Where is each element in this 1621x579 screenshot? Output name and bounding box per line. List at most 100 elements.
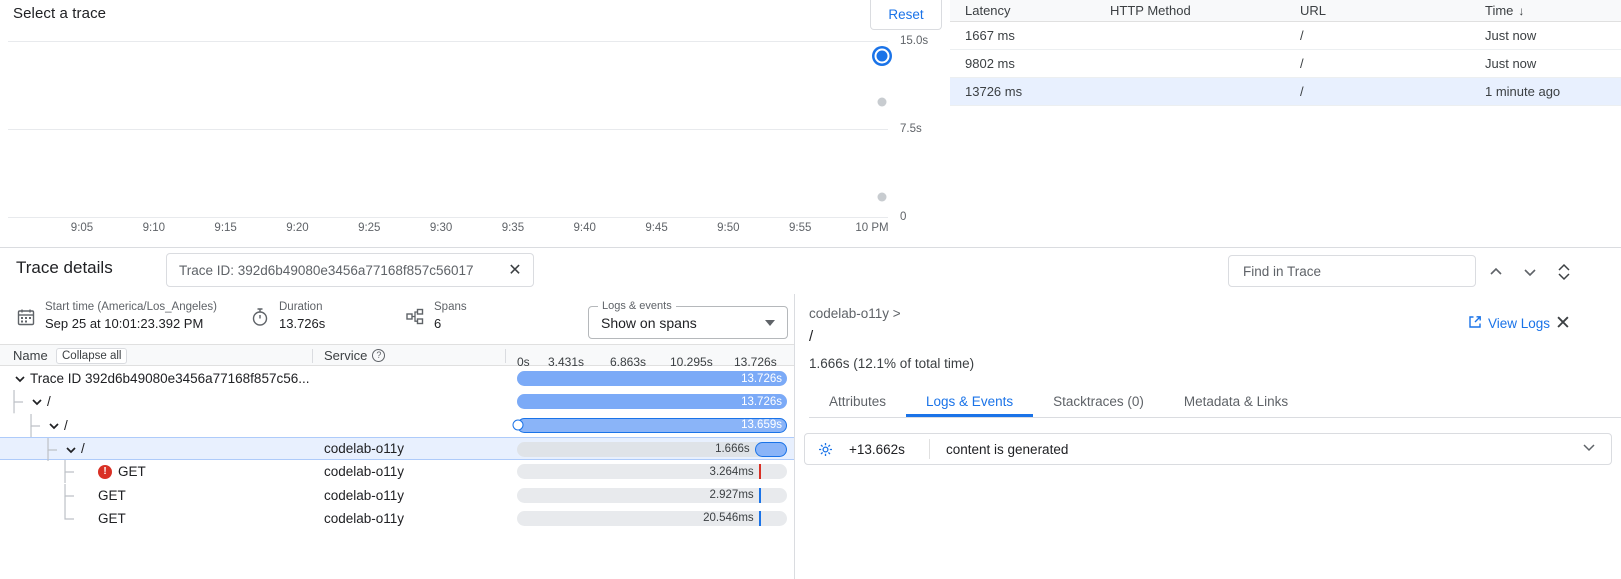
calendar-icon — [16, 307, 36, 327]
span-tick-bar[interactable] — [759, 511, 762, 526]
find-previous-icon[interactable] — [1486, 262, 1506, 282]
spans-label: Spans — [434, 300, 467, 315]
latency-scatter-chart: Select a trace Reset 15.0s7.5s0 9:059:10… — [0, 0, 950, 247]
span-bar[interactable] — [755, 442, 787, 457]
span-track: 13.726s — [517, 371, 787, 386]
span-tick-bar[interactable] — [759, 464, 762, 479]
find-in-trace-input[interactable] — [1241, 263, 1451, 280]
span-duration-label: 13.659s — [741, 419, 782, 431]
span-tick-bar[interactable] — [759, 488, 762, 503]
header-divider-1 — [312, 349, 313, 363]
chart-point[interactable] — [878, 97, 887, 106]
table-row[interactable]: 9802 ms/Just now — [950, 50, 1621, 78]
span-track: 20.546ms — [517, 511, 787, 526]
span-row[interactable]: GETcodelab-o11y2.927ms — [0, 484, 795, 507]
chevron-down-icon[interactable] — [63, 442, 79, 458]
top-section: Select a trace Reset 15.0s7.5s0 9:059:10… — [0, 0, 1621, 247]
span-row[interactable]: GETcodelab-o11y20.546ms — [0, 507, 795, 530]
error-icon: ! — [98, 465, 112, 479]
span-row[interactable]: / 13.659s — [0, 414, 795, 437]
table-header-row: Latency HTTP Method URL Time ↓ — [950, 0, 1621, 22]
chart-x-tick-label: 9:40 — [574, 222, 596, 234]
chevron-down-icon[interactable] — [29, 394, 45, 410]
span-service: codelab-o11y — [324, 488, 404, 503]
span-start-handle[interactable] — [513, 420, 524, 431]
cell-url: / — [1300, 84, 1485, 99]
table-row[interactable]: 1667 ms/Just now — [950, 22, 1621, 50]
chart-plot-area[interactable]: 15.0s7.5s0 — [8, 41, 888, 217]
chevron-down-icon[interactable] — [12, 371, 28, 387]
chart-point[interactable] — [878, 193, 887, 202]
span-name: / — [64, 418, 68, 433]
logs-events-select[interactable]: Logs & events Show on spans — [588, 306, 788, 339]
find-in-trace-box[interactable] — [1228, 255, 1476, 287]
column-header-time-label: Time — [1485, 3, 1513, 18]
tab-stacktraces-0[interactable]: Stacktraces (0) — [1033, 386, 1164, 417]
duration-value: 13.726s — [279, 315, 325, 332]
chart-x-tick-label: 9:05 — [71, 222, 93, 234]
view-logs-button[interactable]: View Logs — [1468, 315, 1550, 332]
span-detail-pane: codelab-o11y > / 1.666s (12.1% of total … — [795, 294, 1621, 579]
close-icon[interactable]: ✕ — [505, 260, 525, 280]
reset-button[interactable]: Reset — [870, 0, 942, 30]
cell-latency: 13726 ms — [950, 84, 1110, 99]
page-title: Select a trace — [13, 5, 106, 22]
column-header-time[interactable]: Time ↓ — [1485, 3, 1621, 18]
span-column-service: Service ? — [324, 348, 385, 363]
chart-x-tick-label: 9:30 — [430, 222, 452, 234]
span-row[interactable]: Trace ID 392d6b49080e3456a77168f857c56..… — [0, 367, 795, 390]
span-track: 13.659s — [517, 418, 787, 433]
column-header-latency[interactable]: Latency — [950, 3, 1110, 18]
event-divider — [929, 439, 930, 459]
chevron-down-icon[interactable] — [765, 320, 775, 326]
span-track: 3.264ms — [517, 464, 787, 479]
chevron-down-icon[interactable] — [1581, 439, 1597, 460]
trace-explorer-app: Select a trace Reset 15.0s7.5s0 9:059:10… — [0, 0, 1621, 579]
sort-descending-icon: ↓ — [1518, 4, 1524, 18]
external-link-icon — [1468, 315, 1482, 332]
tree-connector — [0, 438, 320, 461]
tree-connector — [0, 484, 320, 507]
span-row[interactable]: !GETcodelab-o11y3.264ms — [0, 460, 795, 483]
cell-url: / — [1300, 28, 1485, 43]
expand-collapse-icon[interactable] — [1554, 262, 1574, 282]
collapse-all-button[interactable]: Collapse all — [56, 348, 127, 364]
trace-list-table: Latency HTTP Method URL Time ↓ 1667 ms/Ju… — [950, 0, 1621, 247]
table-row[interactable]: 13726 ms/1 minute ago — [950, 78, 1621, 106]
start-time-label: Start time (America/Los_Angeles) — [45, 300, 217, 315]
span-name: / — [81, 441, 85, 456]
tab-metadata-links[interactable]: Metadata & Links — [1164, 386, 1308, 417]
close-detail-pane-icon[interactable]: ✕ — [1552, 312, 1574, 334]
span-duration-label: 1.666s — [715, 443, 750, 455]
span-track: 13.726s — [517, 394, 787, 409]
chart-point-selected[interactable] — [875, 48, 890, 63]
cell-time: Just now — [1485, 56, 1621, 71]
span-duration-label: 13.726s — [741, 373, 782, 385]
help-icon[interactable]: ? — [372, 349, 385, 362]
span-service: codelab-o11y — [324, 441, 404, 456]
span-duration-label: 3.264ms — [710, 466, 754, 478]
tab-logs-events[interactable]: Logs & Events — [906, 386, 1033, 417]
event-row[interactable]: +13.662scontent is generated — [804, 433, 1612, 465]
tab-attributes[interactable]: Attributes — [809, 386, 906, 417]
span-name: GET — [98, 511, 126, 526]
chart-y-tick-label: 0 — [900, 211, 906, 223]
find-next-icon[interactable] — [1520, 262, 1540, 282]
cell-latency: 9802 ms — [950, 56, 1110, 71]
table-body: 1667 ms/Just now9802 ms/Just now13726 ms… — [950, 22, 1621, 106]
column-header-url[interactable]: URL — [1300, 3, 1485, 18]
span-duration-label: 20.546ms — [703, 512, 754, 524]
logs-events-legend: Logs & events — [598, 300, 676, 312]
span-column-service-label: Service — [324, 348, 367, 363]
chart-x-tick-label: 9:20 — [286, 222, 308, 234]
event-gear-icon — [818, 442, 833, 457]
breadcrumb: codelab-o11y > — [809, 306, 901, 321]
column-header-http-method[interactable]: HTTP Method — [1110, 3, 1300, 18]
trace-id-chip[interactable]: Trace ID: 392d6b49080e3456a77168f857c560… — [166, 253, 534, 287]
chart-x-tick-label: 9:25 — [358, 222, 380, 234]
chevron-down-icon[interactable] — [46, 418, 62, 434]
span-row[interactable]: /13.726s — [0, 390, 795, 413]
tree-connector — [0, 507, 320, 530]
span-row[interactable]: / codelab-o11y 1.666s — [0, 437, 795, 460]
chart-y-tick-label: 7.5s — [900, 123, 922, 135]
